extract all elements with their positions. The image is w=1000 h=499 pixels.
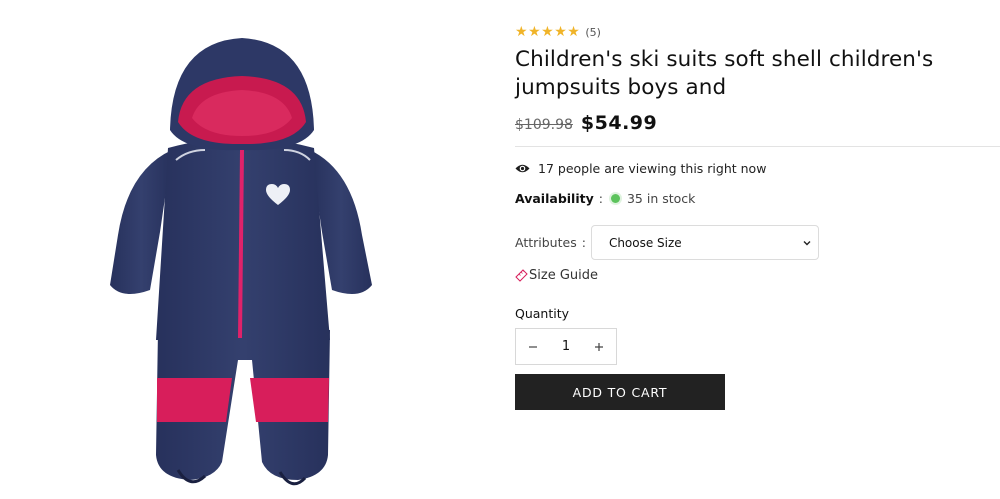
availability-separator: : bbox=[598, 191, 603, 206]
star-icon: ★ bbox=[515, 24, 528, 40]
minus-icon bbox=[529, 345, 537, 348]
quantity-stepper: 1 bbox=[515, 328, 617, 365]
quantity-label: Quantity bbox=[515, 306, 570, 321]
original-price: $109.98 bbox=[515, 117, 573, 133]
plus-icon bbox=[595, 342, 603, 351]
review-count[interactable]: (5) bbox=[585, 26, 601, 39]
sale-price: $54.99 bbox=[580, 112, 658, 134]
attributes-row: Attributes : Choose Size bbox=[515, 225, 819, 260]
attributes-label: Attributes bbox=[515, 235, 577, 250]
product-info: ★ ★ ★ ★ ★ (5) Children's ski suits soft … bbox=[515, 0, 1000, 499]
increase-quantity-button[interactable] bbox=[592, 340, 606, 354]
ruler-icon bbox=[515, 269, 528, 282]
quantity-input[interactable]: 1 bbox=[562, 339, 570, 354]
attributes-separator: : bbox=[581, 235, 586, 250]
availability-label: Availability bbox=[515, 191, 594, 206]
viewers-notice: 17 people are viewing this right now bbox=[515, 161, 766, 176]
price-block: $109.98 $54.99 bbox=[515, 112, 657, 134]
size-guide-label: Size Guide bbox=[529, 268, 598, 283]
ski-suit-image bbox=[110, 38, 372, 486]
star-icon: ★ bbox=[541, 24, 554, 40]
stock-count: 35 in stock bbox=[626, 191, 696, 206]
product-rating[interactable]: ★ ★ ★ ★ ★ (5) bbox=[515, 24, 601, 40]
size-guide-link[interactable]: Size Guide bbox=[515, 268, 598, 283]
product-image[interactable] bbox=[0, 0, 484, 499]
star-icon: ★ bbox=[554, 24, 567, 40]
size-select[interactable]: Choose Size bbox=[590, 225, 819, 260]
star-icon: ★ bbox=[528, 24, 541, 40]
in-stock-indicator bbox=[610, 194, 620, 203]
chevron-down-icon bbox=[803, 240, 811, 245]
product-title: Children's ski suits soft shell children… bbox=[515, 47, 934, 100]
viewers-text: 17 people are viewing this right now bbox=[538, 161, 767, 176]
rating-stars: ★ ★ ★ ★ ★ bbox=[515, 24, 580, 40]
decrease-quantity-button[interactable] bbox=[526, 340, 540, 354]
eye-icon bbox=[515, 164, 530, 173]
add-to-cart-button[interactable]: ADD TO CART bbox=[515, 374, 725, 410]
star-icon: ★ bbox=[567, 24, 580, 40]
divider bbox=[515, 146, 1000, 147]
availability: Availability : 35 in stock bbox=[515, 191, 695, 206]
size-select-value: Choose Size bbox=[608, 235, 682, 250]
